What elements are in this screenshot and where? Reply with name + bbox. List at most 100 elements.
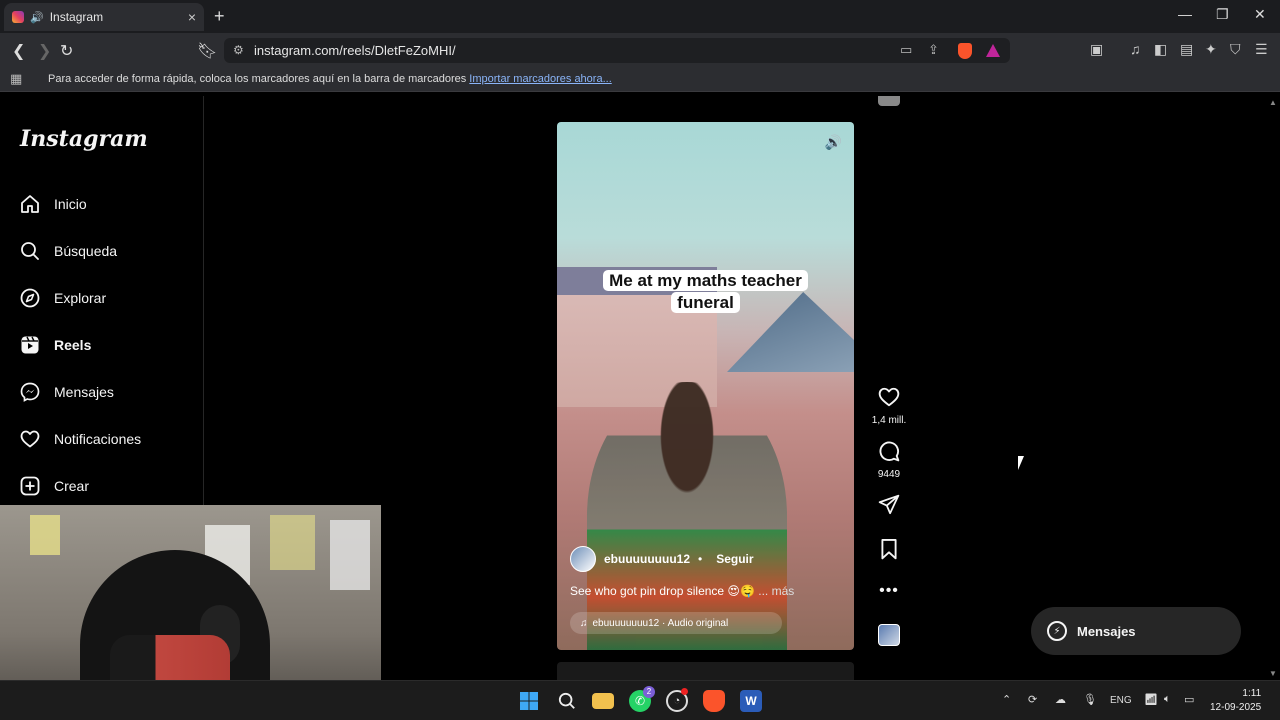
messenger-icon: ⚡ <box>1047 621 1067 641</box>
windows-start-icon[interactable] <box>518 690 540 712</box>
comment-count: 9449 <box>877 469 901 480</box>
audio-cover-avatar[interactable] <box>878 624 900 646</box>
minimize-icon[interactable]: — <box>1178 6 1192 22</box>
browser-toolbar: ❮ ❯ ↻ 🔖︎ ⚙ instagram.com/reels/DletFeZoM… <box>0 33 1280 67</box>
windows-taskbar: ✆ 2 ◔ W ⌃ ⟳ ☁ 🎙︎ ENG 📶︎ 🔈︎ ▭ 1:11 12-09-… <box>0 680 1280 720</box>
apps-grid-icon[interactable]: ▦ <box>10 71 22 87</box>
more-link[interactable]: ... más <box>758 584 794 598</box>
tab-close-icon[interactable]: × <box>188 9 196 25</box>
like-heart-icon[interactable] <box>878 386 900 408</box>
messages-button[interactable]: ⚡ Mensajes <box>1031 607 1241 655</box>
screenshot-icon[interactable]: ▣ <box>1090 41 1103 58</box>
sidebar-item-mensajes[interactable]: Mensajes <box>20 382 114 402</box>
reel-video[interactable]: Me at my maths teacher funeral 🔊 ebuuuuu… <box>557 122 854 650</box>
wall-note <box>30 515 60 555</box>
battery-icon[interactable]: ▭ <box>1184 693 1194 706</box>
send-icon[interactable] <box>878 494 900 516</box>
browser-tab-instagram[interactable]: 🔊 Instagram × <box>4 3 204 31</box>
author-name[interactable]: ebuuuuuuuu12 <box>604 552 690 566</box>
sidebar-item-notificaciones[interactable]: Notificaciones <box>20 429 141 449</box>
new-tab-button[interactable]: + <box>214 6 225 27</box>
scroll-down-icon[interactable]: ▼ <box>1269 669 1277 678</box>
wallet-icon[interactable]: ▤ <box>1180 41 1193 58</box>
word-icon[interactable]: W <box>740 690 762 712</box>
cast-icon[interactable]: ▭ <box>900 42 912 58</box>
wifi-icon[interactable]: 📶︎ <box>1144 693 1158 706</box>
bookmark-save-icon[interactable] <box>878 538 900 560</box>
home-icon <box>20 194 40 214</box>
scroll-up-icon[interactable]: ▲ <box>1269 98 1277 107</box>
reel-caption-overlay: Me at my maths teacher funeral <box>557 270 854 314</box>
sidebar-item-reels[interactable]: Reels <box>20 335 91 355</box>
follow-button[interactable]: Seguir <box>716 552 753 566</box>
language-indicator[interactable]: ENG <box>1110 695 1132 706</box>
sidebar-item-crear[interactable]: Crear <box>20 476 89 496</box>
notification-dot <box>681 688 688 695</box>
sidebar-item-label: Crear <box>54 478 90 494</box>
instagram-favicon-icon <box>12 11 24 23</box>
microphone-icon[interactable]: 🎙︎ <box>1083 693 1097 706</box>
messenger-icon <box>20 382 40 402</box>
save-action[interactable] <box>870 538 908 565</box>
volume-icon[interactable]: 🔊 <box>825 134 842 151</box>
bookmark-icon[interactable]: 🔖︎ <box>197 41 217 61</box>
url-text: instagram.com/reels/DletFeZoMHI/ <box>254 43 456 58</box>
author-avatar[interactable] <box>570 546 596 572</box>
back-icon[interactable]: ❮ <box>12 41 25 61</box>
audio-chip[interactable]: ♫ ebuuuuuuuu12 · Audio original <box>570 612 782 634</box>
sync-icon[interactable]: ⟳ <box>1028 693 1037 706</box>
leo-ai-icon[interactable]: ✦ <box>1205 41 1217 58</box>
brave-shields-icon[interactable] <box>958 43 972 59</box>
sidebar-item-label: Notificaciones <box>54 431 142 447</box>
sidebar-item-busqueda[interactable]: Búsqueda <box>20 241 117 261</box>
tray-chevron-icon[interactable]: ⌃ <box>1002 693 1011 706</box>
whatsapp-badge: 2 <box>643 686 655 698</box>
share-icon[interactable]: ⇪ <box>928 42 939 58</box>
browser-tabbar: 🔊 Instagram × + — ❐ ✕ <box>0 0 1280 33</box>
music-note-icon: ♫ <box>580 617 588 629</box>
reels-icon <box>20 335 40 355</box>
forward-icon[interactable]: ❯ <box>38 41 51 61</box>
sidebar-icon[interactable]: ◧ <box>1154 41 1167 58</box>
reel-author: ebuuuuuuuu12 • Seguir <box>570 546 754 572</box>
clock-date: 12-09-2025 <box>1210 702 1262 713</box>
share-action[interactable] <box>870 494 908 521</box>
vpn-icon[interactable]: ⛉ <box>1230 41 1241 58</box>
reel-description: See who got pin drop silence 😍🤤 ... más <box>570 584 795 598</box>
bookmarks-bar: ▦ Para acceder de forma rápida, coloca l… <box>0 67 1280 92</box>
sidebar-item-label: Explorar <box>54 290 107 306</box>
sidebar-item-label: Mensajes <box>54 384 114 400</box>
system-clock[interactable]: 1:11 12-09-2025 <box>1210 687 1261 715</box>
volume-tray-icon[interactable]: 🔈︎ <box>1164 693 1171 706</box>
like-action[interactable]: 1,4 mill. <box>870 386 908 426</box>
plus-square-icon <box>20 476 40 496</box>
reload-icon[interactable]: ↻ <box>60 41 73 61</box>
comment-icon[interactable] <box>878 440 900 462</box>
sidebar-item-inicio[interactable]: Inicio <box>20 194 87 214</box>
address-bar[interactable]: ⚙ instagram.com/reels/DletFeZoMHI/ ▭ ⇪ <box>224 38 1010 63</box>
maximize-icon[interactable]: ❐ <box>1216 6 1229 23</box>
import-bookmarks-link[interactable]: Importar marcadores ahora... <box>469 73 611 85</box>
mouse-cursor <box>1018 456 1024 470</box>
messages-label: Mensajes <box>1077 623 1136 639</box>
speaker-icon[interactable]: 🔊 <box>30 11 44 24</box>
compass-icon <box>20 288 40 308</box>
next-reel-preview[interactable] <box>557 662 854 680</box>
comment-action[interactable]: 9449 <box>870 440 908 480</box>
menu-icon[interactable]: ☰ <box>1255 41 1268 58</box>
taskbar-search-icon[interactable] <box>556 690 578 712</box>
site-settings-icon[interactable]: ⚙ <box>233 43 244 57</box>
file-explorer-icon[interactable] <box>592 693 614 709</box>
brave-browser-icon[interactable] <box>703 690 725 712</box>
sidebar-item-label: Inicio <box>54 196 87 212</box>
search-icon <box>20 241 40 261</box>
onedrive-icon[interactable]: ☁ <box>1055 693 1066 706</box>
instagram-logo[interactable]: Instagram <box>20 126 148 152</box>
window-close-icon[interactable]: ✕ <box>1254 6 1266 23</box>
previous-reel-avatar[interactable] <box>878 96 900 106</box>
page-scrollbar[interactable]: ▲ ▼ <box>1267 96 1280 680</box>
brave-rewards-icon[interactable] <box>986 44 1000 57</box>
more-options-icon[interactable]: ••• <box>870 582 908 600</box>
sidebar-item-explorar[interactable]: Explorar <box>20 288 106 308</box>
music-icon[interactable]: ♫ <box>1130 41 1141 57</box>
